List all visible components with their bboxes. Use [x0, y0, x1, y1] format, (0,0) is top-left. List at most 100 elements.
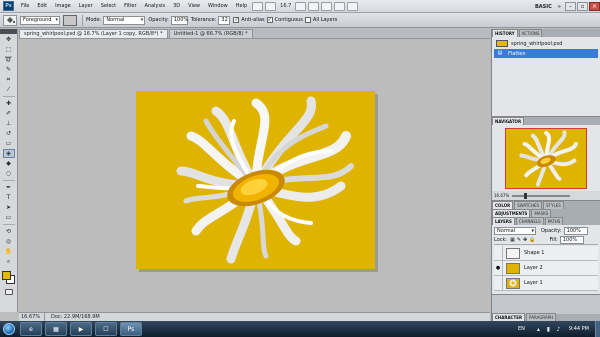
tab-masks[interactable]: MASKS	[531, 209, 552, 217]
history-brush-tool-icon[interactable]: ↺	[3, 129, 15, 138]
tab-paths[interactable]: PATHS	[544, 217, 564, 225]
maximize-button[interactable]: ▫	[577, 2, 588, 11]
layer-opacity-field[interactable]: 100%	[563, 227, 588, 235]
menu-file[interactable]: File	[17, 0, 33, 13]
screen-mode-button[interactable]	[347, 1, 359, 11]
layer-row-layer-1[interactable]: Layer 1	[494, 276, 598, 291]
minimize-button[interactable]: –	[565, 2, 576, 11]
menu-help[interactable]: Help	[232, 0, 251, 13]
clock[interactable]: 9:44 PM	[569, 326, 589, 332]
canvas-workspace[interactable]	[19, 39, 490, 312]
tab-paragraph[interactable]: PARAGRAPH	[526, 313, 557, 321]
document-tab-spring-whirlpool[interactable]: spring_whirlpool.psd @ 16.7% (Layer 1 co…	[19, 29, 168, 38]
status-zoom-field[interactable]: 16.67%	[19, 313, 45, 321]
tab-channels[interactable]: CHANNELS	[515, 217, 544, 225]
tab-styles[interactable]: STYLES	[543, 201, 564, 209]
rotate-view-button[interactable]	[321, 1, 333, 11]
tray-arrow-icon[interactable]: ▴	[535, 326, 542, 333]
menu-window[interactable]: Window	[204, 0, 232, 13]
taskbar-app-icon[interactable]: ☐	[95, 322, 117, 336]
document-tab-untitled-1[interactable]: Untitled-1 @ 66.7% (RGB/8) *	[168, 29, 253, 38]
slider-knob[interactable]	[524, 192, 528, 199]
navigator-zoom-field[interactable]: 16.67%	[494, 193, 509, 198]
lasso-tool-icon[interactable]: ➰	[3, 55, 15, 64]
volume-icon[interactable]: ♪	[555, 326, 562, 333]
menu-analysis[interactable]: Analysis	[141, 0, 170, 13]
start-button[interactable]	[0, 321, 17, 337]
blur-tool-icon[interactable]: ◆	[3, 159, 15, 168]
tool-preset-picker[interactable]	[3, 14, 17, 26]
marquee-tool-icon[interactable]: ⬚	[3, 45, 15, 54]
menu-select[interactable]: Select	[97, 0, 120, 13]
taskbar-explorer-icon[interactable]: ▦	[45, 322, 67, 336]
3d-rotate-tool-icon[interactable]: ⟲	[3, 227, 15, 236]
hand-tool-icon[interactable]: ✋	[3, 247, 15, 256]
zoom-level-menu[interactable]: 16.7	[277, 3, 294, 9]
lock-position-icon[interactable]: ✥	[523, 237, 527, 243]
zoom-tool-icon[interactable]: ⌕	[3, 257, 15, 266]
type-tool-icon[interactable]: T	[3, 193, 15, 202]
menu-image[interactable]: Image	[51, 0, 75, 13]
crop-tool-icon[interactable]: ⌗	[3, 75, 15, 84]
dodge-tool-icon[interactable]: ○	[3, 169, 15, 178]
menu-edit[interactable]: Edit	[33, 0, 51, 13]
bridge-button[interactable]	[252, 1, 264, 11]
workspace-switcher[interactable]: BASIC	[532, 4, 555, 10]
menu-3d[interactable]: 3D	[169, 0, 184, 13]
menu-filter[interactable]: Filter	[120, 0, 140, 13]
eye-icon[interactable]: ●	[494, 261, 503, 275]
eye-icon[interactable]	[494, 246, 503, 260]
document-size-info[interactable]: Doc: 22.9M/168.9M	[45, 314, 100, 320]
taskbar-photoshop-icon[interactable]: Ps	[120, 322, 142, 336]
fill-field[interactable]: 100%	[559, 236, 584, 244]
history-snapshot[interactable]: spring_whirlpool.psd	[494, 39, 598, 48]
tools-panel-header[interactable]	[0, 29, 17, 34]
tab-actions[interactable]: ACTIONS	[518, 29, 543, 37]
navigator-zoom-slider[interactable]	[512, 192, 571, 199]
clone-stamp-tool-icon[interactable]: ⊥	[3, 119, 15, 128]
paint-bucket-tool-icon[interactable]: ◈	[2, 149, 15, 158]
brush-tool-icon[interactable]: ✐	[3, 109, 15, 118]
opacity-field[interactable]: 100%	[170, 15, 188, 25]
history-state[interactable]: ▤ Flatten	[494, 49, 598, 58]
quick-mask-icon[interactable]	[4, 289, 13, 295]
contiguous-checkbox[interactable]: ✓	[266, 17, 273, 23]
lock-pixels-icon[interactable]: ✎	[517, 237, 521, 243]
tab-navigator[interactable]: NAVIGATOR	[492, 117, 525, 125]
layer-row-shape-1[interactable]: Shape 1	[494, 246, 598, 261]
menu-view[interactable]: View	[184, 0, 204, 13]
shape-tool-icon[interactable]: ▭	[3, 213, 15, 222]
close-button[interactable]: ×	[589, 2, 600, 11]
3d-orbit-tool-icon[interactable]: ◎	[3, 237, 15, 246]
layer-row-layer-2[interactable]: ● Layer 2	[494, 261, 598, 276]
healing-brush-tool-icon[interactable]: ✚	[3, 99, 15, 108]
eye-icon[interactable]	[494, 276, 503, 290]
language-indicator[interactable]: EN	[518, 326, 525, 332]
hand-tool-button[interactable]	[295, 1, 307, 11]
path-selection-tool-icon[interactable]: ➤	[3, 203, 15, 212]
tab-history[interactable]: HISTORY	[492, 29, 518, 37]
network-icon[interactable]: ▮	[545, 326, 552, 333]
workspace-more-icon[interactable]: »	[555, 4, 564, 10]
arrange-documents-button[interactable]	[334, 1, 346, 11]
eyedropper-tool-icon[interactable]: ⁄	[3, 85, 15, 94]
antialias-checkbox[interactable]: ✓	[233, 17, 240, 23]
taskbar-ie-icon[interactable]: e	[20, 322, 42, 336]
taskbar-media-player-icon[interactable]: ▶	[70, 322, 92, 336]
blend-mode-dropdown[interactable]: Normal	[494, 227, 536, 235]
tab-character[interactable]: CHARACTER	[492, 313, 526, 321]
lock-transparent-icon[interactable]: ▦	[510, 237, 515, 243]
fill-source-dropdown[interactable]: Foreground	[20, 15, 60, 25]
all-layers-checkbox[interactable]	[304, 17, 311, 23]
foreground-color[interactable]	[1, 271, 11, 280]
tab-adjustments[interactable]: ADJUSTMENTS	[492, 209, 531, 217]
document-canvas[interactable]	[136, 91, 375, 269]
tolerance-field[interactable]: 32	[218, 15, 231, 25]
tab-layers[interactable]: LAYERS	[492, 217, 515, 225]
zoom-tool-button[interactable]	[308, 1, 320, 11]
tab-swatches[interactable]: SWATCHES	[514, 201, 543, 209]
quick-select-tool-icon[interactable]: ✎	[3, 65, 15, 74]
navigator-preview[interactable]	[505, 128, 587, 189]
pen-tool-icon[interactable]: ✒	[3, 183, 15, 192]
mini-bridge-button[interactable]	[265, 1, 277, 11]
